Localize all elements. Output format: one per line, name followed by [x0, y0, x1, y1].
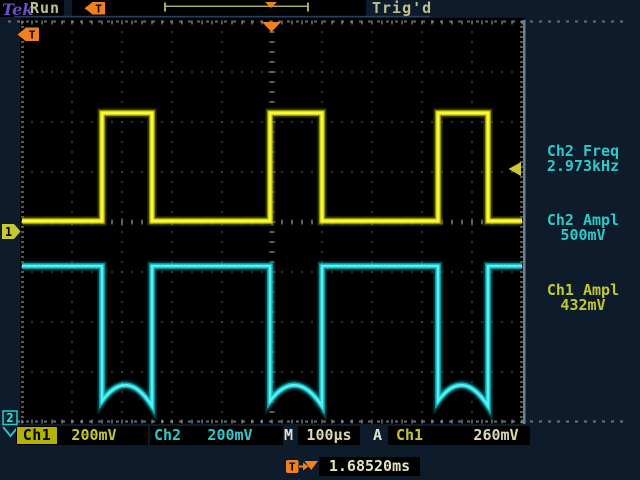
measurement-ch1-ampl: Ch1 Ampl 432mV	[528, 283, 638, 313]
measurement-ch2-ampl: Ch2 Ampl 500mV	[528, 213, 638, 243]
trigger-mode-label: A	[373, 426, 383, 445]
measurement-ch2-freq: Ch2 Freq 2.973kHz	[528, 144, 638, 174]
trigger-time-icon-topbar: T	[85, 2, 106, 16]
ch2-channel-label: Ch2	[154, 426, 181, 445]
datetime: 15 Mar 2011 16:48:54	[506, 452, 616, 480]
trigger-t-letter: T	[95, 3, 102, 16]
ch1-ground-marker: 1	[2, 224, 21, 239]
ch1-marker-label: 1	[5, 225, 12, 239]
record-bar-right-bracket	[307, 3, 309, 12]
oscilloscope-screen: T T 1 2	[0, 0, 640, 480]
trigger-t-letter: T	[29, 29, 36, 42]
left-arrow-icon	[85, 3, 93, 15]
measurement-value: 2.973kHz	[528, 159, 638, 174]
ch1-scale-value: 200mV	[58, 426, 130, 445]
measurement-value: 500mV	[528, 228, 638, 243]
delay-value: 1.68520ms	[329, 457, 410, 475]
ch2-scale-box: Ch2 200mV	[150, 426, 283, 445]
ch2-marker-label: 2	[6, 411, 13, 425]
topbar-separator-line	[14, 16, 430, 17]
ch2-scale-value: 200mV	[190, 426, 270, 445]
trigger-source: Ch1	[396, 426, 423, 445]
record-bar-left-bracket	[164, 3, 166, 12]
trigger-status: Trig'd	[372, 0, 432, 17]
timebase-value: 100µs	[306, 426, 351, 444]
bezel-highlight-right	[523, 20, 526, 424]
record-view-bar	[164, 2, 309, 12]
timebase-box: 100µs	[298, 426, 360, 445]
measurement-value: 432mV	[528, 298, 638, 313]
trigger-settings-box: Ch1 260mV	[388, 426, 530, 445]
horizontal-position-icons: T	[286, 460, 318, 474]
acquisition-status: Run	[30, 0, 60, 17]
window-position-marker	[265, 2, 277, 8]
tek-logo: Tek	[2, 0, 33, 19]
trigger-t-letter: T	[289, 461, 296, 474]
ch1-channel-badge: Ch1	[17, 427, 57, 444]
timebase-label: M	[284, 426, 294, 445]
trigger-level-value: 260mV	[464, 426, 528, 445]
delay-value-box: 1.68520ms	[319, 457, 420, 476]
ch1-scale-box: Ch1 200mV	[16, 426, 148, 445]
